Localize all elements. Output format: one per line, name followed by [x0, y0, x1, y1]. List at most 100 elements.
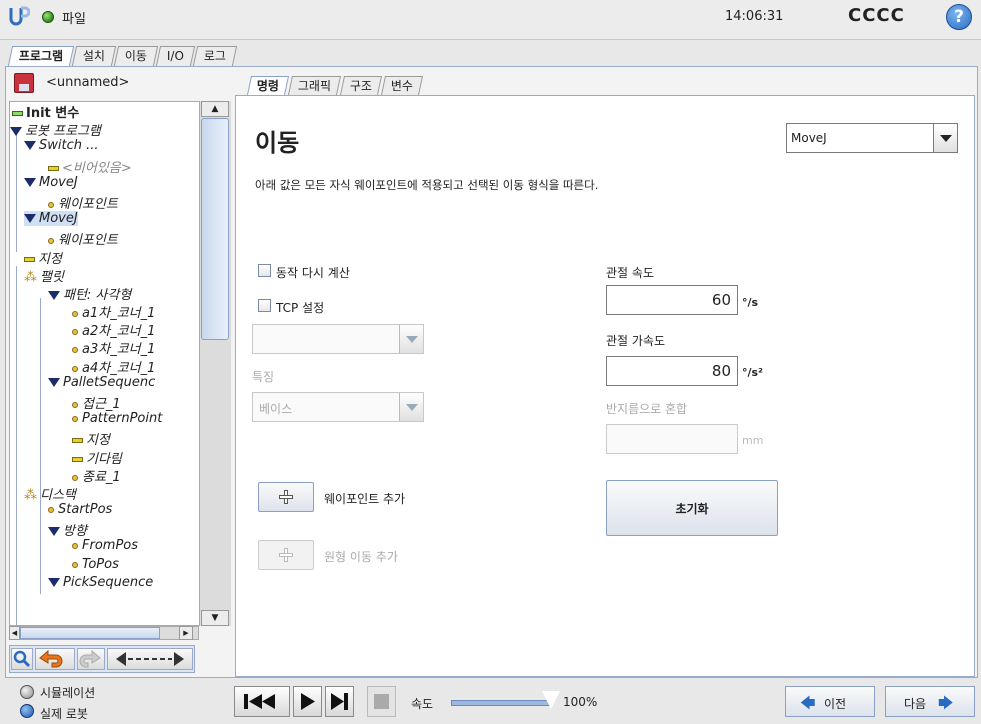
joint-accel-field[interactable]: 80	[606, 356, 738, 386]
tree-node-switch[interactable]: Switch ...	[24, 138, 99, 153]
add-waypoint-label: 웨이포인트 추가	[324, 492, 406, 506]
tab-command[interactable]: 명령	[246, 76, 290, 95]
stop-button[interactable]	[367, 686, 396, 717]
joint-speed-label: 관절 속도	[606, 266, 654, 280]
step-icon	[331, 693, 348, 710]
play-icon	[301, 693, 315, 710]
next-button[interactable]: 다음 🡆	[885, 686, 975, 717]
tree-node-wait[interactable]: 기다림	[72, 448, 122, 467]
tree-node-init[interactable]: Init 변수	[12, 102, 79, 121]
add-waypoint-button[interactable]	[258, 482, 314, 512]
tab-structure[interactable]: 구조	[340, 76, 383, 95]
add-circle-move-button[interactable]	[258, 540, 314, 570]
tree-node-movej-2[interactable]: MoveJ	[24, 211, 78, 226]
scroll-left-icon[interactable]: ◀	[9, 626, 20, 640]
tcp-label: TCP 설정	[276, 301, 325, 315]
tree-node-to-pos[interactable]: ToPos	[72, 557, 119, 572]
tree-node-corner-a3[interactable]: a3차_코너_1	[72, 338, 155, 357]
tree-node-approach[interactable]: 접근_1	[72, 393, 121, 412]
search-icon[interactable]	[11, 648, 33, 670]
tree-node-start-pos[interactable]: StartPos	[48, 502, 112, 517]
save-icon[interactable]	[14, 73, 34, 93]
arrow-right-icon: 🡆	[938, 694, 954, 712]
chevron-down-icon	[399, 325, 423, 353]
joint-speed-field[interactable]: 60	[606, 285, 738, 315]
tree-node-direction[interactable]: 방향	[48, 520, 87, 539]
help-icon[interactable]: ?	[946, 4, 972, 30]
tree-node-waypoint-1[interactable]: 웨이포인트	[48, 193, 118, 212]
tree-node-from-pos[interactable]: FromPos	[72, 538, 138, 553]
simulation-radio[interactable]	[20, 685, 34, 699]
tree-node-pallet-sequence[interactable]: PalletSequenc	[48, 375, 155, 390]
plus-icon	[279, 548, 293, 562]
tree-node-destack[interactable]: ⁂ 디스택	[24, 484, 76, 503]
tree-node-pattern[interactable]: 패턴: 사각형	[48, 284, 131, 303]
add-circle-move-label: 원형 이동 추가	[324, 550, 398, 564]
file-menu[interactable]: 파일	[62, 8, 86, 27]
redo-icon[interactable]	[77, 648, 105, 670]
file-status-icon[interactable]	[42, 11, 54, 23]
program-tree: Init 변수 로봇 프로그램 Switch ... <비어있음> MoveJ …	[9, 101, 231, 626]
main-tabs: 프로그램 설치 이동 I/O 로그	[7, 46, 238, 66]
tree-node-corner-a2[interactable]: a2차_코너_1	[72, 320, 155, 339]
tree-node-exit[interactable]: 종료_1	[72, 466, 121, 485]
step-button[interactable]	[325, 686, 354, 717]
tab-program[interactable]: 프로그램	[7, 46, 75, 66]
tree-node-pallet[interactable]: ⁂ 팰릿	[24, 266, 64, 285]
tab-move[interactable]: 이동	[114, 46, 159, 66]
speed-label: 속도	[411, 697, 434, 711]
tab-io[interactable]: I/O	[156, 46, 196, 66]
scroll-down-icon[interactable]: ▼	[201, 610, 229, 626]
tree-node-robot-program[interactable]: 로봇 프로그램	[10, 120, 101, 139]
tree-node-movej-1[interactable]: MoveJ	[24, 175, 78, 190]
next-button-label: 다음	[904, 697, 927, 711]
undo-icon[interactable]	[35, 648, 75, 670]
program-name: <unnamed>	[46, 75, 130, 90]
tcp-checkbox[interactable]	[258, 299, 271, 312]
previous-button[interactable]: 🡄 이전	[785, 686, 875, 717]
chevron-down-icon	[399, 393, 423, 421]
speed-slider-fill	[451, 700, 551, 706]
ur-logo-icon	[9, 6, 30, 26]
feature-value: 베이스	[259, 402, 293, 416]
tree-node-pattern-point[interactable]: PatternPoint	[72, 411, 162, 426]
chevron-down-icon	[933, 124, 957, 152]
move-node-arrows-icon[interactable]	[107, 648, 193, 670]
tree-node-assign-1[interactable]: 지정	[24, 248, 62, 267]
tree-node-assign-2[interactable]: 지정	[72, 429, 110, 448]
blend-radius-label: 반지름으로 혼합	[606, 402, 688, 416]
sub-tabs: 명령 그래픽 구조 변수	[246, 76, 424, 95]
speed-slider-handle[interactable]	[542, 691, 560, 709]
tcp-select[interactable]	[252, 324, 424, 354]
stop-icon	[374, 694, 389, 709]
scroll-up-icon[interactable]: ▲	[201, 101, 229, 117]
rewind-button[interactable]	[234, 686, 290, 717]
tree-node-waypoint-2[interactable]: 웨이포인트	[48, 229, 118, 248]
blend-radius-unit: mm	[742, 434, 764, 447]
real-robot-radio[interactable]	[20, 704, 34, 718]
tree-node-corner-a1[interactable]: a1차_코너_1	[72, 302, 155, 321]
move-type-select[interactable]: MoveJ	[786, 123, 958, 153]
plus-icon	[279, 490, 293, 504]
tab-installation[interactable]: 설치	[72, 46, 117, 66]
tree-node-corner-a4[interactable]: a4차_코너_1	[72, 357, 155, 376]
move-description: 아래 값은 모든 자식 웨이포인트에 적용되고 선택된 이동 형식을 따른다.	[255, 178, 599, 192]
tree-node-pick-sequence[interactable]: PickSequence	[48, 575, 153, 590]
feature-select[interactable]: 베이스	[252, 392, 424, 422]
recalculate-label: 동작 다시 계산	[276, 266, 350, 280]
tab-graphics[interactable]: 그래픽	[288, 76, 342, 95]
tab-variables[interactable]: 변수	[381, 76, 424, 95]
top-bar	[0, 0, 981, 40]
play-button[interactable]	[293, 686, 322, 717]
recalculate-checkbox[interactable]	[258, 264, 271, 277]
tree-vertical-scroll-thumb[interactable]	[201, 118, 229, 340]
joint-accel-label: 관절 가속도	[606, 334, 666, 348]
move-type-value: MoveJ	[791, 131, 827, 145]
feature-label: 특징	[252, 370, 275, 384]
tree-horizontal-scroll-thumb[interactable]	[20, 627, 160, 639]
scroll-right-icon[interactable]: ▶	[179, 626, 193, 640]
tab-log[interactable]: 로그	[193, 46, 238, 66]
blend-radius-field[interactable]	[606, 424, 738, 454]
tree-node-empty[interactable]: <비어있음>	[48, 157, 132, 176]
joint-speed-unit: °/s	[742, 296, 759, 309]
